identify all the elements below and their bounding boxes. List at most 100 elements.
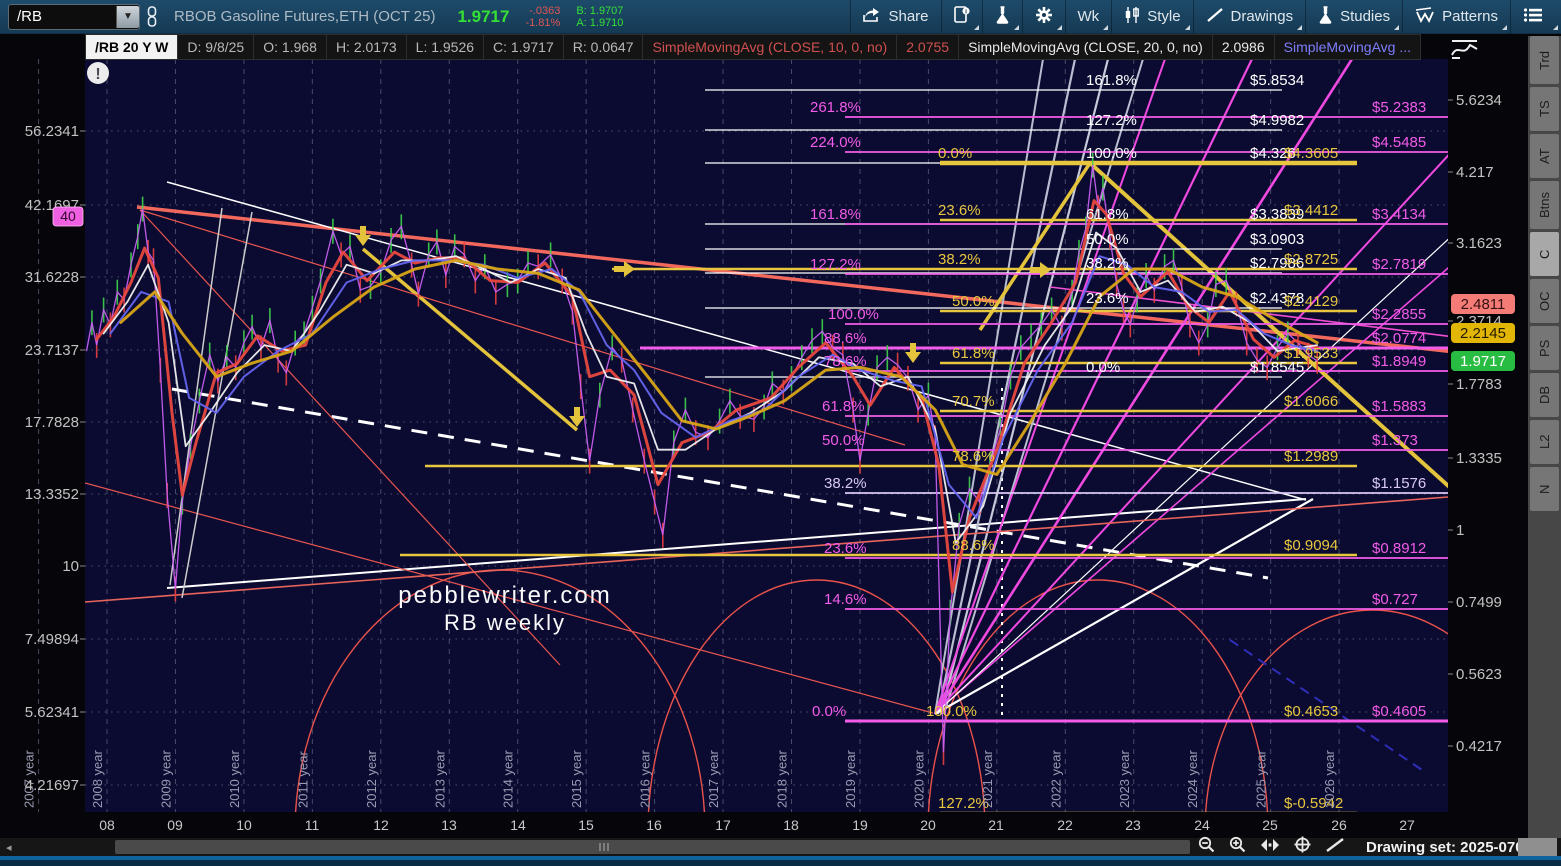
drawing-set-label: Drawing set: 2025-0704: [1366, 838, 1532, 856]
svg-text:38.2%: 38.2%: [1086, 255, 1129, 272]
sidebar-tab-l2[interactable]: L2: [1530, 420, 1559, 464]
svg-text:0.0%: 0.0%: [812, 703, 846, 720]
header-cell-0[interactable]: /RB 20 Y W: [85, 34, 179, 60]
svg-text:23.7137: 23.7137: [25, 342, 79, 359]
style-button[interactable]: Style: [1111, 0, 1192, 33]
svg-text:4.217: 4.217: [1456, 164, 1494, 181]
change-percent: -1.81%: [525, 16, 561, 29]
svg-text:$2.2855: $2.2855: [1372, 306, 1426, 323]
svg-text:$0.8912: $0.8912: [1372, 540, 1426, 557]
svg-text:2015 year: 2015 year: [569, 750, 584, 808]
svg-text:78.6%: 78.6%: [824, 353, 867, 370]
chart-header-row: /RB 20 Y W D: 9/8/25 O: 1.968 H: 2.0173 L: 1…: [85, 34, 1421, 60]
svg-text:RB weekly: RB weekly: [444, 610, 566, 635]
svg-text:$5.8534: $5.8534: [1250, 72, 1304, 89]
symbol-value: /RB: [17, 8, 43, 25]
svg-text:5.62341: 5.62341: [25, 704, 79, 721]
settings-button[interactable]: [1021, 0, 1065, 33]
scroll-left-arrow-icon[interactable]: ◂: [6, 841, 12, 854]
symbol-input[interactable]: /RB ▼: [8, 3, 140, 30]
timeframe-button[interactable]: Wk: [1064, 0, 1112, 33]
svg-text:40: 40: [60, 208, 76, 224]
change-block: -.0363 -1.81%: [525, 5, 560, 29]
sidebar-tab-trd[interactable]: Trd: [1530, 36, 1559, 84]
share-icon: [863, 7, 881, 27]
drawings-label: Drawings: [1230, 8, 1294, 25]
svg-text:70.7%: 70.7%: [952, 393, 995, 410]
svg-text:$2.0774: $2.0774: [1372, 330, 1426, 347]
svg-text:$3.0903: $3.0903: [1250, 231, 1304, 248]
svg-text:38.2%: 38.2%: [938, 251, 981, 268]
patterns-icon: [1415, 6, 1435, 27]
header-cell-10: 2.0986: [1212, 34, 1275, 60]
draw-line-icon[interactable]: [1325, 837, 1345, 858]
svg-text:4.21697: 4.21697: [25, 777, 79, 794]
svg-text:$3.4412: $3.4412: [1284, 202, 1338, 219]
header-cell-4: L: 1.9526: [406, 34, 485, 60]
svg-text:50.0%: 50.0%: [822, 432, 865, 449]
svg-text:$4.3605: $4.3605: [1284, 145, 1338, 162]
trading-app-window: { "toolbar": { "symbol": "/RB", "title":…: [0, 0, 1561, 866]
sidebar-tab-btns[interactable]: Btns: [1530, 181, 1559, 229]
link-chain-icon[interactable]: [146, 5, 158, 28]
top-toolbar: /RB ▼ RBOB Gasoline Futures,ETH (OCT 25)…: [0, 0, 1561, 33]
zoom-in-icon[interactable]: [1229, 836, 1246, 858]
svg-text:127.2%: 127.2%: [810, 256, 861, 273]
svg-text:25: 25: [1262, 817, 1278, 833]
svg-text:$0.9094: $0.9094: [1284, 537, 1338, 554]
svg-text:13.3352: 13.3352: [25, 486, 79, 503]
svg-text:1.7783: 1.7783: [1456, 376, 1502, 393]
chart-canvas[interactable]: 161.8% $5.8534127.2% $4.9982100.0% $4.32661…: [0, 0, 1561, 866]
drawings-button[interactable]: Drawings: [1192, 0, 1306, 33]
studies-flask-icon: [1318, 5, 1333, 28]
svg-text:$0.4653: $0.4653: [1284, 703, 1338, 720]
svg-text:$2.7819: $2.7819: [1372, 256, 1426, 273]
gear-icon: [1035, 6, 1053, 28]
zoom-out-icon[interactable]: [1198, 836, 1215, 858]
sidebar-tab-ps[interactable]: PS: [1530, 326, 1559, 370]
bid-ask-block: B: 1.9707 A: 1.9710: [576, 5, 623, 29]
sidebar-tab-oc[interactable]: OC: [1530, 279, 1559, 323]
sidebar-tab-db[interactable]: DB: [1530, 373, 1559, 417]
svg-text:88.6%: 88.6%: [952, 537, 995, 554]
patterns-button[interactable]: Patterns: [1402, 0, 1510, 33]
svg-text:161.8%: 161.8%: [810, 206, 861, 223]
sidebar-tab-n[interactable]: N: [1530, 467, 1559, 511]
svg-text:18: 18: [783, 817, 799, 833]
svg-text:261.8%: 261.8%: [810, 99, 861, 116]
svg-text:2016 year: 2016 year: [638, 750, 653, 808]
crosshair-icon[interactable]: [1294, 836, 1311, 858]
menu-button[interactable]: [1510, 0, 1561, 33]
svg-text:2022 year: 2022 year: [1048, 750, 1063, 808]
scrollbar-thumb[interactable]: [115, 840, 1190, 854]
svg-text:$1.8949: $1.8949: [1372, 353, 1426, 370]
sidebar-tab-ts[interactable]: TS: [1530, 87, 1559, 131]
svg-text:20: 20: [920, 817, 936, 833]
svg-text:21: 21: [988, 817, 1004, 833]
svg-text:17: 17: [715, 817, 731, 833]
change-value: -.0363: [529, 4, 561, 17]
svg-text:2024 year: 2024 year: [1185, 750, 1200, 808]
svg-text:16: 16: [646, 817, 662, 833]
window-bottom-border: [0, 856, 1561, 866]
share-label: Share: [888, 8, 929, 25]
candlestick-icon: [1124, 6, 1140, 28]
share-button[interactable]: Share: [850, 0, 940, 33]
pan-horizontal-icon[interactable]: [1260, 838, 1280, 857]
notes-button[interactable]: i: [940, 0, 982, 33]
style-label: Style: [1147, 8, 1181, 25]
header-cell-1: D: 9/8/25: [178, 34, 255, 60]
svg-text:127.2%: 127.2%: [1086, 112, 1137, 129]
svg-text:1: 1: [1456, 522, 1464, 539]
svg-text:24: 24: [1194, 817, 1210, 833]
svg-text:0.7499: 0.7499: [1456, 594, 1502, 611]
symbol-dropdown-icon[interactable]: ▼: [116, 5, 139, 28]
sidebar-tab-at[interactable]: AT: [1530, 134, 1559, 178]
toolbar-right-group: Share i Wk Style Drawings Studies Patter…: [850, 0, 1561, 33]
analyze-button[interactable]: [981, 0, 1022, 33]
svg-text:2008 year: 2008 year: [90, 750, 105, 808]
patterns-label: Patterns: [1442, 8, 1498, 25]
studies-button[interactable]: Studies: [1305, 0, 1402, 33]
header-cell-7: SimpleMovingAvg (CLOSE, 10, 0, no): [643, 34, 898, 60]
sidebar-tab-c[interactable]: C: [1530, 232, 1559, 276]
